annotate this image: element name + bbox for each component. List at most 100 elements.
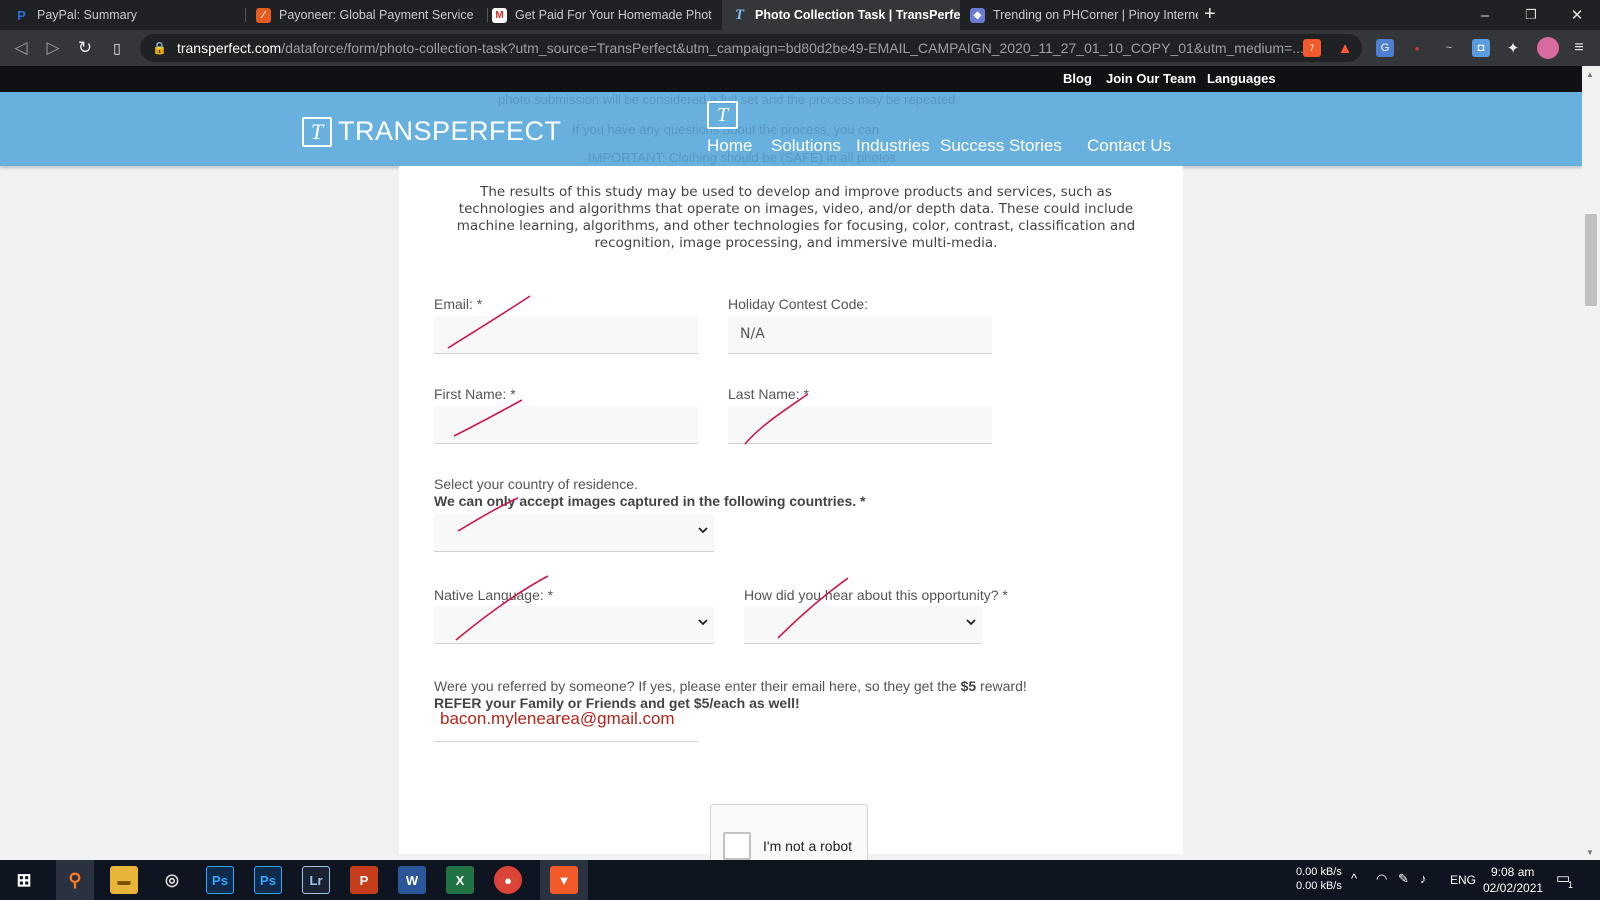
hear-about-select[interactable] bbox=[744, 606, 982, 644]
tab-title: Photo Collection Task | TransPerfe bbox=[755, 8, 960, 22]
chrome-icon[interactable]: ● bbox=[494, 866, 522, 894]
forward-icon[interactable]: ▷ bbox=[40, 36, 66, 60]
hear-about-label: How did you hear about this opportunity?… bbox=[744, 587, 1008, 603]
brave-browser-icon[interactable]: ▼ bbox=[550, 866, 578, 894]
holiday-code-label: Holiday Contest Code: bbox=[728, 296, 869, 312]
nav-success-stories[interactable]: Success Stories bbox=[940, 136, 1062, 156]
lightroom-icon[interactable]: Lr bbox=[302, 866, 330, 894]
lock-icon: 🔒 bbox=[152, 41, 167, 55]
scroll-up-arrow-icon[interactable]: ▲ bbox=[1586, 70, 1594, 79]
volume-icon[interactable]: ♪ bbox=[1420, 871, 1427, 886]
country-label: Select your country of residence. bbox=[434, 476, 638, 492]
reload-icon[interactable]: ↻ bbox=[72, 36, 98, 60]
windows-start-icon[interactable]: ⊞ bbox=[10, 866, 38, 894]
referral-text-post: reward! bbox=[976, 678, 1027, 694]
excel-icon[interactable]: X bbox=[446, 866, 474, 894]
clock-time[interactable]: 9:08 am bbox=[1491, 865, 1534, 879]
paypal-icon: P bbox=[17, 7, 26, 23]
back-icon[interactable]: ◁ bbox=[8, 36, 34, 60]
search-icon[interactable]: ⚲ bbox=[61, 866, 89, 894]
net-download-speed: 0.00 kB/s bbox=[1296, 880, 1342, 892]
first-name-label: First Name: * bbox=[434, 386, 516, 402]
languages-link[interactable]: Languages bbox=[1207, 71, 1276, 86]
logo-text: TRANSPERFECT bbox=[338, 116, 562, 146]
tab-title: Get Paid For Your Homemade Phot bbox=[515, 8, 712, 22]
menu-icon[interactable]: ≡ bbox=[1570, 39, 1588, 57]
holiday-code-field[interactable]: N/A bbox=[728, 316, 992, 354]
recaptcha-widget: I'm not a robot bbox=[710, 804, 868, 860]
camera-app-icon[interactable]: ◎ bbox=[158, 866, 186, 894]
tab-gmail[interactable]: M Get Paid For Your Homemade Phot bbox=[482, 0, 722, 30]
native-language-label: Native Language: * bbox=[434, 587, 554, 603]
net-upload-speed: 0.00 kB/s bbox=[1296, 866, 1342, 878]
language-indicator[interactable]: ENG bbox=[1450, 873, 1476, 887]
scroll-down-arrow-icon[interactable]: ▼ bbox=[1586, 848, 1594, 857]
chevron-down-icon bbox=[698, 527, 708, 534]
last-name-label: Last Name: * bbox=[728, 386, 809, 402]
gmail-icon: M bbox=[492, 7, 507, 23]
record-icon[interactable]: ● bbox=[1408, 39, 1426, 57]
nav-industries[interactable]: Industries bbox=[856, 136, 930, 156]
profile-avatar[interactable] bbox=[1537, 37, 1559, 59]
translate-icon[interactable]: G bbox=[1376, 39, 1394, 57]
country-note: We can only accept images captured in th… bbox=[434, 493, 866, 509]
study-description: The results of this study may be used to… bbox=[456, 184, 1136, 251]
minimize-icon[interactable]: – bbox=[1462, 0, 1508, 30]
tray-chevron-up-icon[interactable]: ^ bbox=[1351, 871, 1357, 886]
utility-bar: Blog Join Our Team Languages bbox=[0, 66, 1582, 92]
photoshop-icon[interactable]: Ps bbox=[206, 866, 234, 894]
nav-home[interactable]: Home bbox=[707, 136, 752, 156]
window-close-icon[interactable]: ✕ bbox=[1554, 0, 1600, 30]
tab-title: Payoneer: Global Payment Service bbox=[279, 8, 474, 22]
email-field[interactable] bbox=[434, 316, 698, 354]
blog-link[interactable]: Blog bbox=[1063, 71, 1092, 86]
extensions-icon[interactable]: ✦ bbox=[1504, 39, 1522, 57]
extension-tilde-icon[interactable]: ~ bbox=[1440, 39, 1458, 57]
pen-icon[interactable]: ✎ bbox=[1398, 871, 1409, 887]
photoshop-2-icon[interactable]: Ps bbox=[254, 866, 282, 894]
nav-contact-us[interactable]: Contact Us bbox=[1087, 136, 1171, 156]
transperfect-logo[interactable]: T TRANSPERFECT bbox=[302, 116, 562, 147]
form-card bbox=[399, 166, 1183, 854]
chevron-down-icon bbox=[698, 619, 708, 626]
tab-transperfect[interactable]: T Photo Collection Task | TransPerfe ✕ bbox=[722, 0, 960, 30]
brave-shield-icon[interactable]: 7 bbox=[1303, 39, 1321, 57]
referral-email-field[interactable]: bacon.mylenearea@gmail.com bbox=[434, 704, 698, 742]
shield-extension-icon[interactable]: ◘ bbox=[1472, 39, 1490, 57]
brave-badge: 7 bbox=[1309, 43, 1315, 53]
join-our-team-link[interactable]: Join Our Team bbox=[1106, 71, 1196, 86]
tab-paypal[interactable]: P PayPal: Summary bbox=[4, 0, 244, 30]
site-header: photo submission will be considered a fu… bbox=[0, 92, 1582, 166]
first-name-field[interactable] bbox=[434, 406, 698, 444]
tab-payoneer[interactable]: ⁄ Payoneer: Global Payment Service bbox=[246, 0, 486, 30]
word-icon[interactable]: W bbox=[398, 866, 426, 894]
bookmark-icon[interactable]: ▯ bbox=[104, 36, 130, 60]
tab-title: PayPal: Summary bbox=[37, 8, 138, 22]
brave-rewards-icon[interactable]: ▲ bbox=[1336, 39, 1354, 57]
phcorner-icon: ◈ bbox=[970, 7, 985, 23]
native-language-select[interactable] bbox=[434, 606, 714, 644]
tab-phcorner[interactable]: ◈ Trending on PHCorner | Pinoy Internet bbox=[960, 0, 1198, 30]
wifi-icon[interactable]: ◠ bbox=[1376, 871, 1387, 887]
last-name-field[interactable] bbox=[728, 406, 992, 444]
powerpoint-icon[interactable]: P bbox=[350, 866, 378, 894]
country-select[interactable] bbox=[434, 514, 714, 552]
page-viewport: Blog Join Our Team Languages photo submi… bbox=[0, 66, 1582, 860]
new-tab-icon[interactable]: + bbox=[1204, 3, 1216, 26]
home-logo-icon[interactable]: T bbox=[707, 101, 738, 129]
email-label: Email: * bbox=[434, 296, 483, 312]
url-input[interactable]: 🔒 transperfect.com /dataforce/form/photo… bbox=[140, 34, 1362, 62]
url-host: transperfect.com bbox=[176, 40, 282, 56]
tab-title: Trending on PHCorner | Pinoy Internet bbox=[993, 8, 1198, 22]
captcha-label: I'm not a robot bbox=[763, 838, 853, 854]
transperfect-mark-icon: T bbox=[302, 116, 332, 147]
transperfect-icon: T bbox=[734, 6, 745, 23]
clock-date[interactable]: 02/02/2021 bbox=[1483, 881, 1543, 895]
file-explorer-icon[interactable]: ▬ bbox=[110, 866, 138, 894]
referral-label: Were you referred by someone? If yes, pl… bbox=[434, 678, 1027, 694]
captcha-checkbox[interactable] bbox=[723, 832, 751, 860]
scrollbar-thumb[interactable] bbox=[1585, 214, 1597, 306]
restore-icon[interactable]: ❐ bbox=[1508, 0, 1554, 30]
page-scrollbar[interactable]: ▲ ▼ bbox=[1582, 66, 1600, 860]
nav-solutions[interactable]: Solutions bbox=[771, 136, 841, 156]
